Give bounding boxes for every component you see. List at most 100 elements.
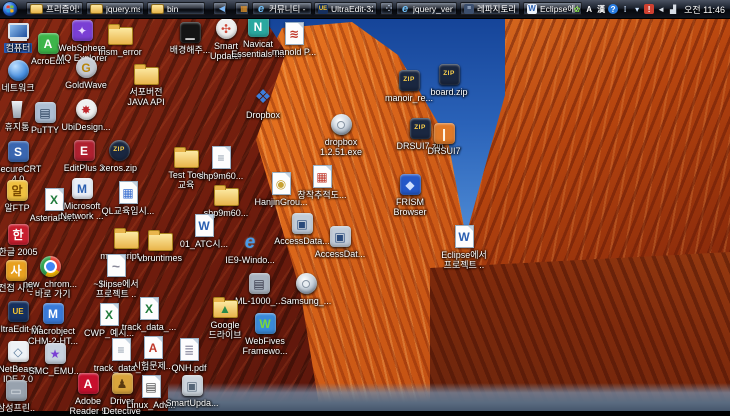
tray-volume-icon[interactable]: ◄ — [656, 4, 666, 14]
desktop-icon-ubidesign[interactable]: ✸ UbiDesign... — [54, 99, 118, 132]
taskbar: 프리즘어드민 jquery.ms.vertic... bin ◀ ▦ e 커뮤니… — [0, 0, 730, 19]
icon-label-line: shp9m60... — [197, 171, 246, 181]
doc-icon: ▤ — [142, 375, 161, 398]
desktop-icon-xeros-zip[interactable]: ZIP xeros.zip — [87, 140, 151, 173]
desktop-icon-tracking-doc[interactable]: ▦ 창작추적도... — [290, 165, 354, 200]
desktop-icon-network[interactable]: 네트워크 — [0, 60, 50, 93]
icon-glyph: W — [259, 318, 270, 330]
desktop-icon-dropbox-folder[interactable]: ❖ Dropbox — [231, 87, 295, 120]
desktop-icon-smartupda[interactable]: ▣ SmartUpda... — [160, 375, 224, 408]
folder-icon — [214, 188, 239, 206]
icon-label: board.zip — [428, 87, 469, 97]
desktop-icon-dropbox-installer[interactable]: dropbox1.2.51.exe — [309, 114, 373, 157]
icon-label: FRISMBrowser — [391, 197, 428, 217]
desktop-icon-goldwave[interactable]: G GoldWave — [54, 57, 118, 90]
desktop-icon-ql-education[interactable]: ▦ QL교육입시... — [96, 181, 160, 216]
tray-help-icon[interactable]: ? — [608, 4, 618, 14]
taskbar-button-label: 레파지토리 매니... — [477, 3, 516, 15]
square-icon: M — [72, 178, 93, 199]
icon-label-line: IE9-Windo... — [223, 255, 277, 265]
tray-hide-icon[interactable]: ▾ — [632, 4, 642, 14]
desktop-icon-securecrt[interactable]: S SecureCRT4.0 — [0, 141, 50, 184]
icon-label-line: xeros.zip — [99, 163, 139, 173]
taskbar-button-repository-manager[interactable]: ≡ 레파지토리 매니... — [460, 2, 520, 15]
taskbar-button-quick-back[interactable]: ◀ — [213, 2, 227, 15]
square-icon: ▣ — [330, 226, 351, 247]
icon-label: Samsung_... — [279, 296, 334, 306]
desktop-icon-accessdata-2[interactable]: ▣ AccessDat... — [308, 226, 372, 259]
folder-icon — [151, 4, 164, 14]
taskbar-button-quick-dots[interactable]: ⁘ — [380, 2, 393, 15]
folder-icon — [90, 4, 103, 14]
desktop-icon-manold-p[interactable]: ≋ manold P... — [262, 22, 326, 57]
icon-glyph: ◆ — [405, 179, 414, 191]
tray-ime-korean-icon[interactable]: A — [584, 4, 594, 14]
desktop-icon-hangul-2005[interactable]: 한 한글 2005 — [0, 224, 50, 257]
icon-label-line: dropbox — [323, 137, 360, 147]
taskbar-button-prism-admin[interactable]: 프리즘어드민 — [26, 2, 83, 15]
desktop-icon-macrobject-chm[interactable]: M MacrobjectCHM-2-HT... — [21, 303, 85, 346]
icon-label-line: SmartUpda... — [163, 398, 220, 408]
taskbar-button-bin[interactable]: bin — [147, 2, 205, 15]
icon-label-line: frism_error — [96, 47, 144, 57]
taskbar-button-jquery-vertical[interactable]: e jquery_vertical_... — [396, 2, 457, 15]
desktop-icon-board-zip[interactable]: ZIP board.zip — [417, 64, 481, 97]
desktop-icon-drsui7-book[interactable]: ❙ DRSUI7 — [412, 123, 476, 156]
desktop-icon-samsung-cd[interactable]: Samsung_... — [274, 273, 338, 306]
desktop-icon-smc-emu[interactable]: ★ SMC_EMU... — [23, 343, 87, 376]
icon-glyph: ▣ — [296, 218, 307, 230]
icon-glyph: M — [48, 308, 58, 320]
tray-network-icon[interactable]: ▟ — [668, 4, 678, 14]
desktop-icon-samsung-printer[interactable]: ▭ 삼성프린.. — [0, 380, 48, 413]
doc-icon: ≋ — [285, 22, 304, 45]
tray-status-icon[interactable]: ⁞ — [620, 4, 630, 14]
icon-glyph: ◇ — [13, 346, 22, 358]
icon-glyph: X — [145, 303, 153, 315]
taskbar-button-jquery-ms-vertic[interactable]: jquery.ms.vertic... — [86, 2, 144, 15]
desktop-icon-eclipse-temp-doc[interactable]: ~ ~$lipse에서프로젝트 .. — [84, 254, 148, 299]
icon-label-line: new_chrom... — [21, 279, 79, 289]
desktop-icon-java-api-folder[interactable]: 서포버전JAVA API — [114, 63, 178, 107]
icon-label-line: 창작추적도... — [296, 190, 349, 200]
icon-label-line: Browser — [391, 207, 428, 217]
doc-icon: W — [455, 225, 474, 248]
icon-glyph: W — [198, 220, 209, 232]
desktop-icon-frism-browser[interactable]: ◆ FRISMBrowser — [378, 174, 442, 217]
icon-label-line: Eclipse에서 — [439, 250, 489, 260]
icon-label: new_chrom...- 바로 가기 — [21, 279, 79, 299]
icon-label-line: GoldWave — [63, 80, 109, 90]
icon-glyph: ZIP — [403, 77, 415, 84]
desktop-icon-eclipse-project-doc[interactable]: W Eclipse에서프로젝트 .. — [432, 225, 496, 270]
start-button[interactable] — [2, 1, 18, 17]
dropbox-icon: ❖ — [253, 87, 274, 108]
desktop-icon-shp9m60-doc[interactable]: ≡ shp9m60... — [189, 146, 253, 181]
tray-hanja-icon[interactable]: 漢 — [596, 4, 606, 14]
desktop-icon-qnh-pdf[interactable]: ≣ QNH.pdf — [157, 338, 221, 373]
icon-label-line: Macrobject — [29, 326, 77, 336]
icon-label-line: Dropbox — [244, 110, 282, 120]
square-icon: ▤ — [249, 273, 270, 294]
taskbar-button-quick-app[interactable]: ▦ — [235, 2, 249, 15]
tray-alert-icon[interactable]: ! — [644, 4, 654, 14]
ie-icon: e — [256, 4, 266, 14]
icon-label-line: Samsung_... — [279, 296, 334, 306]
icon-label-line: QL교육입시... — [100, 206, 157, 216]
chrome-icon — [40, 256, 61, 277]
desktop-icon-track-data-1[interactable]: X track_data_... — [117, 297, 181, 332]
taskbar-button-community[interactable]: e 커뮤니티 - 내박... — [252, 2, 312, 15]
taskbar-button-ultraedit[interactable]: UE UltraEdit-32 - [... — [314, 2, 377, 15]
icon-label-line: 프로젝트 .. — [442, 260, 487, 270]
taskbar-button-label: jquery.ms.vertic... — [106, 4, 140, 14]
desktop-icon-frism-error[interactable]: frism_error — [88, 23, 152, 57]
desktop-icon-web-framework[interactable]: W WebFivesFramewo... — [233, 313, 297, 356]
icon-label-line: manold P... — [270, 47, 318, 57]
desktop-icons: 컴퓨터 A AcroEdit ✦ WebSphereMQ Explorer fr… — [0, 0, 730, 411]
taskbar-button-label: 커뮤니티 - 내박... — [269, 3, 308, 15]
tray-clover-icon[interactable]: ✿ — [572, 4, 582, 14]
taskbar-clock[interactable]: 오전 11:46 — [684, 3, 725, 16]
desktop-icon-new-chrome-shortcut[interactable]: new_chrom...- 바로 가기 — [18, 256, 82, 299]
square-icon: ◆ — [400, 174, 421, 195]
icon-glyph: ◉ — [276, 178, 286, 190]
icon-label: 창작추적도... — [296, 190, 349, 200]
icon-label-line: FRISM — [394, 197, 426, 207]
